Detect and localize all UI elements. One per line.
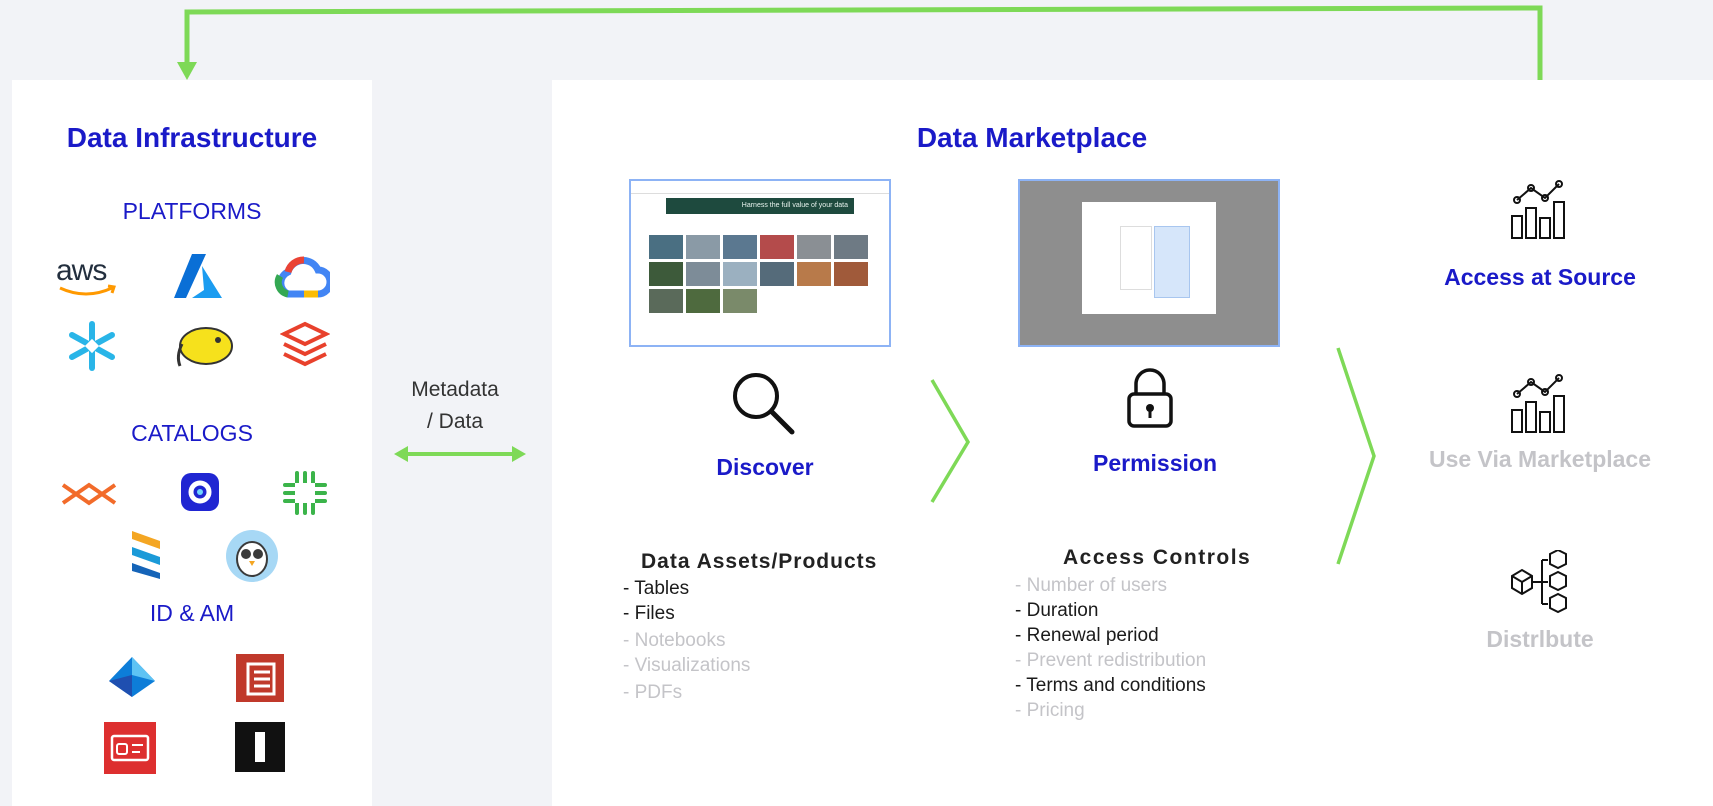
list-item: - Pricing [1015,700,1085,721]
connector-label: Metadata / Data [390,374,520,438]
list-item: - Number of users [1015,575,1168,596]
cube-network-icon [1511,550,1567,614]
permission-items: - Number of users - Duration - Renewal p… [1015,573,1206,723]
aws-logo-text: aws [56,254,107,287]
platforms-label: PLATFORMS [122,198,262,224]
discover-grid [649,235,871,313]
aws-logo: aws [52,252,122,302]
outcome-distribute: Distrlbute [1486,626,1594,652]
marketplace-title: Data Marketplace [916,122,1148,153]
list-item: - Notebooks [623,630,726,651]
aws-iam-logo [234,652,286,704]
step-chevron-2 [1336,347,1376,565]
search-icon [733,373,795,435]
zeenea-logo [122,524,172,584]
list-item: - Files [623,603,675,624]
discover-label: Discover [716,454,814,480]
discover-items: - Tables - Files - Notebooks - Visualiza… [623,576,750,705]
list-item: - Visualizations [623,655,751,676]
discover-subhead: Data Assets/Products [641,550,878,573]
bar-chart-icon [1511,374,1565,433]
databricks-logo [278,316,332,374]
discover-screenshot: Harness the full value of your data [629,179,891,347]
informatica-logo [56,470,122,514]
permission-dialog [1082,202,1216,314]
aws-identity-logo [102,720,158,776]
bidirectional-arrow [394,446,526,462]
atlan-logo [172,466,228,518]
lock-icon [1127,368,1173,428]
snowflake-logo [62,316,122,376]
azure-ad-logo [104,652,160,702]
list-item: - Duration [1015,600,1099,621]
list-item: - Terms and conditions [1015,675,1206,696]
collibra-logo [278,466,332,520]
list-item: - Renewal period [1015,625,1159,646]
list-item: - PDFs [623,682,683,703]
catalogs-label: CATALOGS [131,420,253,446]
outcome-access-at-source: Access at Source [1444,264,1636,290]
idam-label: ID & AM [149,600,235,626]
discover-banner: Harness the full value of your data [666,198,854,214]
list-item: - Prevent redistribution [1015,650,1207,671]
owl-logo [222,526,282,586]
bar-chart-icon [1511,180,1565,239]
permission-screenshot [1018,179,1280,347]
google-cloud-logo [272,250,332,304]
okta-logo [234,720,286,774]
step-chevron-1 [930,379,971,503]
infrastructure-title: Data Infrastructure [66,122,318,153]
azure-logo [170,248,226,304]
hadoop-logo [172,318,238,376]
permission-subhead: Access Controls [1063,546,1252,569]
infrastructure-panel: Data Infrastructure PLATFORMS aws CATALO… [12,80,372,806]
outcome-use-via-marketplace: Use Via Marketplace [1428,446,1652,472]
connector-label-line2: / Data [426,410,484,433]
connector-label-line1: Metadata [411,378,499,401]
permission-label: Permission [1093,450,1217,476]
list-item: - Tables [623,578,690,599]
